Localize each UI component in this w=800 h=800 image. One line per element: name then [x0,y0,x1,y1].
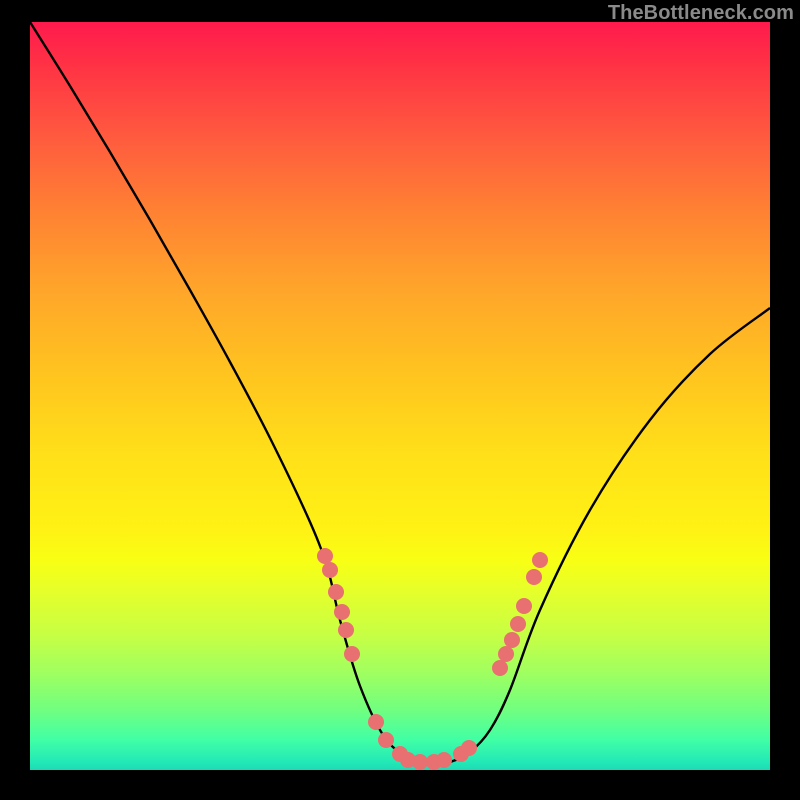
highlight-dot [436,752,452,768]
highlight-dot [334,604,350,620]
bottleneck-curve [30,22,770,764]
highlight-dot [526,569,542,585]
highlight-dot [412,754,428,770]
highlight-dot [344,646,360,662]
highlight-dot [532,552,548,568]
highlight-dot [368,714,384,730]
curve-layer [30,22,770,770]
highlight-dots [317,548,548,770]
highlight-dot [322,562,338,578]
highlight-dot [516,598,532,614]
highlight-dot [504,632,520,648]
chart-frame: TheBottleneck.com [0,0,800,800]
highlight-dot [378,732,394,748]
highlight-dot [328,584,344,600]
highlight-dot [461,740,477,756]
highlight-dot [317,548,333,564]
highlight-dot [498,646,514,662]
watermark-text: TheBottleneck.com [608,2,794,25]
highlight-dot [492,660,508,676]
bottom-border [0,770,800,800]
highlight-dot [510,616,526,632]
plot-area [30,22,770,770]
highlight-dot [338,622,354,638]
